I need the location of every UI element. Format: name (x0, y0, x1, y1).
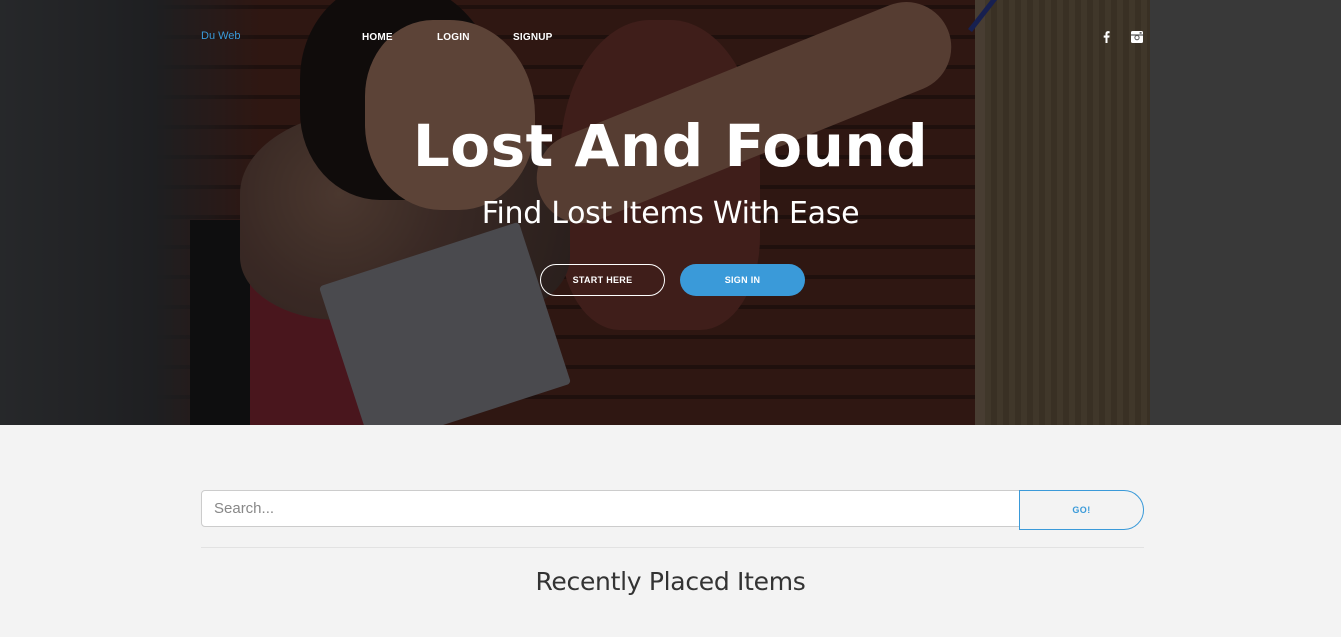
search-go-button[interactable]: GO! (1019, 490, 1144, 530)
nav-home-link[interactable]: HOME (362, 32, 393, 43)
search-bar: GO! (201, 490, 1144, 530)
instagram-icon[interactable] (1131, 31, 1143, 43)
start-here-button[interactable]: START HERE (540, 264, 665, 296)
brand-logo-link[interactable]: Du Web (201, 30, 241, 42)
hero-title: Lost And Found (412, 112, 929, 180)
facebook-icon[interactable] (1100, 31, 1112, 43)
nav-signup-link[interactable]: SIGNUP (513, 32, 553, 43)
sign-in-button[interactable]: SIGN IN (680, 264, 805, 296)
hero-subtitle: Find Lost Items With Ease (481, 196, 860, 231)
recent-items-heading: Recently Placed Items (535, 567, 806, 596)
hero-section: Du Web HOME LOGIN SIGNUP Lost And Found … (0, 0, 1341, 425)
nav-login-link[interactable]: LOGIN (437, 32, 470, 43)
section-divider (201, 547, 1144, 548)
search-input[interactable] (201, 490, 1020, 527)
